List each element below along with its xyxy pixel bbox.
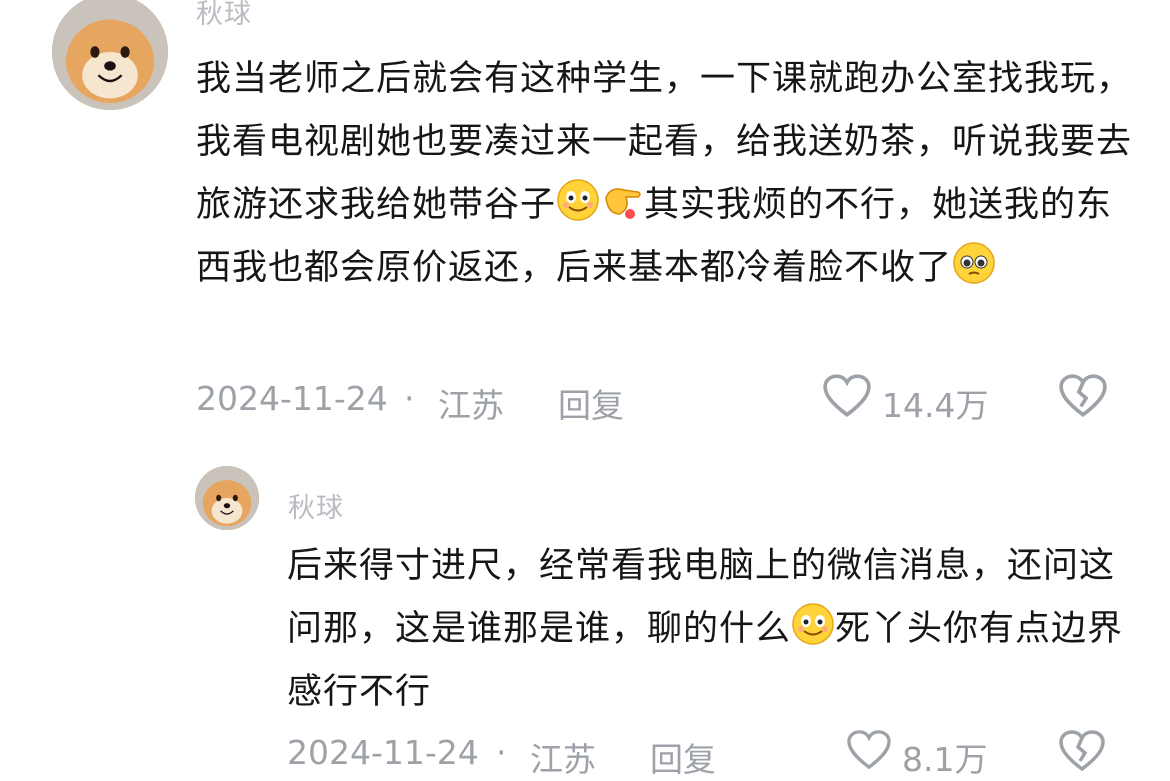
shiba-dog-avatar-icon [195,466,259,530]
comment-meta: 2024-11-24 · 江苏 回复 8.1万 [0,730,1170,779]
meta-separator: · [496,733,507,772]
comment-location: 江苏 [438,386,504,425]
username[interactable]: 秋球 [288,486,344,525]
meta-separator: · [404,379,415,418]
comment-text: 后来得寸进尺，经常看我电脑上的微信消息，还问这问那，这是谁那是谁，聊的什么 死丫头… [287,535,1137,724]
reply-button[interactable]: 回复 [558,379,624,427]
smile-emoji-icon [791,602,835,646]
avatar[interactable] [195,466,259,530]
pleading-face-emoji-icon [952,241,996,285]
comment-text: 我当老师之后就会有这种学生，一下课就跑办公室找我玩，我看电视剧她也要凑过来一起看… [196,48,1136,300]
comment-date: 2024-11-24 [196,379,388,418]
broken-heart-icon[interactable] [1058,373,1108,419]
comment-date: 2024-11-24 [287,733,479,772]
comment-meta: 2024-11-24 · 江苏 回复 14.4万 [0,374,1170,425]
like-count: 14.4万 [882,386,989,425]
reply-button[interactable]: 回复 [650,733,716,781]
smile-emoji-icon [556,178,600,222]
like-count: 8.1万 [902,740,988,779]
broken-heart-icon[interactable] [1058,729,1106,773]
username[interactable]: 秋球 [196,0,252,31]
shiba-dog-avatar-icon [52,0,168,110]
heart-outline-icon[interactable] [846,729,892,771]
comment-location: 江苏 [530,740,596,779]
avatar[interactable] [52,0,168,110]
pointing-hand-emoji-icon [600,178,644,222]
heart-outline-icon[interactable] [822,373,872,419]
